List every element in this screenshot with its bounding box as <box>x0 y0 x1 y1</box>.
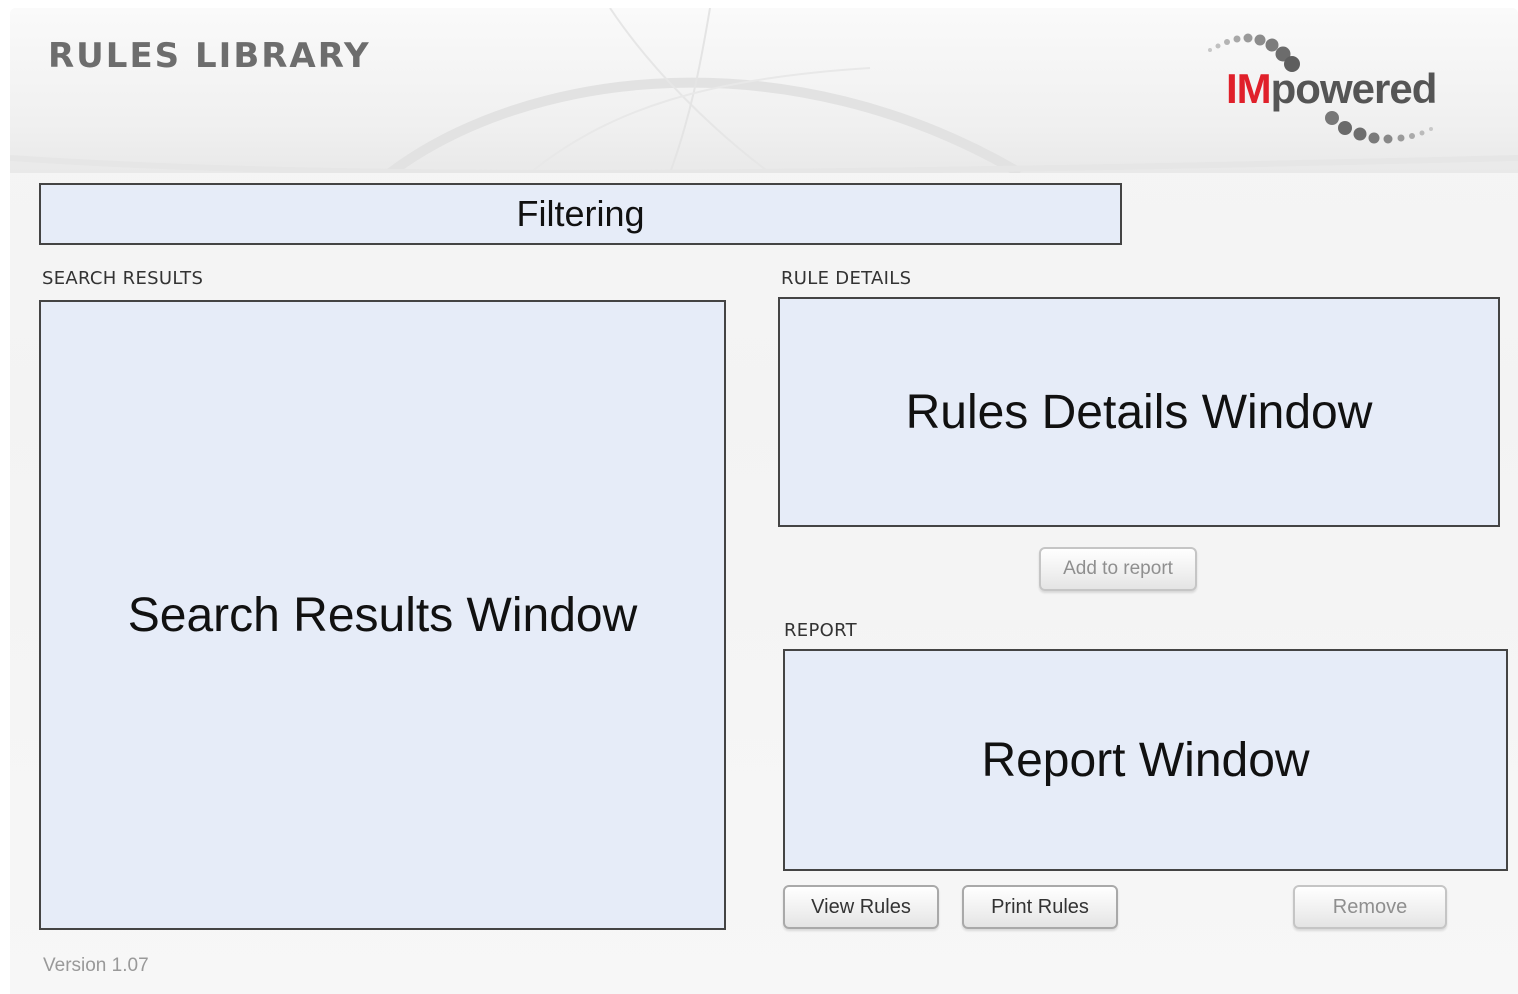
logo-wordmark: IMpowered <box>1226 65 1438 112</box>
search-results-window[interactable]: Search Results Window <box>39 300 726 930</box>
add-to-report-button[interactable]: Add to report <box>1039 547 1197 591</box>
report-heading: REPORT <box>784 620 857 641</box>
version-label: Version 1.07 <box>43 955 149 976</box>
report-placeholder: Report Window <box>981 733 1310 787</box>
app-title: RULES LIBRARY <box>48 36 371 76</box>
view-rules-button[interactable]: View Rules <box>783 885 939 929</box>
filtering-panel[interactable]: Filtering <box>39 183 1122 245</box>
rule-details-heading: RULE DETAILS <box>781 268 912 289</box>
search-results-heading: SEARCH RESULTS <box>42 268 204 289</box>
filtering-label: Filtering <box>516 193 645 234</box>
logo-im-text: IM <box>1226 65 1272 112</box>
remove-button[interactable]: Remove <box>1293 885 1447 929</box>
header: RULES LIBRARY IMpowered <box>10 8 1518 173</box>
search-results-placeholder: Search Results Window <box>127 588 638 642</box>
rule-details-window[interactable]: Rules Details Window <box>778 297 1500 527</box>
print-rules-button[interactable]: Print Rules <box>962 885 1118 929</box>
report-window[interactable]: Report Window <box>783 649 1508 871</box>
impowered-logo: IMpowered <box>1200 28 1470 158</box>
logo-powered-text: powered <box>1270 65 1438 112</box>
rule-details-placeholder: Rules Details Window <box>905 385 1373 439</box>
